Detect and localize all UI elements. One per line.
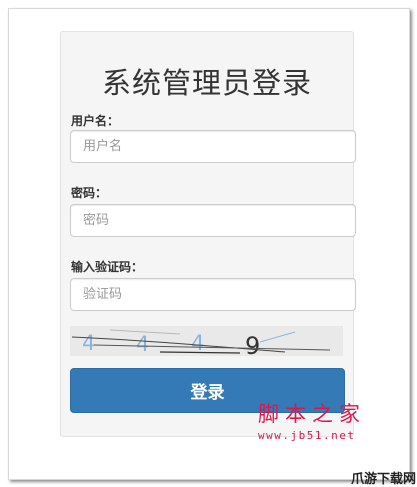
username-input[interactable] [70, 130, 356, 163]
watermark: 脚本之家 www.jb51.net [258, 398, 378, 442]
captcha-char-2: 4 [136, 332, 149, 356]
captcha-input[interactable] [70, 278, 356, 311]
captcha-image[interactable]: 4 4 4 9 [70, 326, 343, 356]
captcha-char-4: 9 [245, 332, 260, 356]
captcha-char-3: 4 [191, 331, 204, 355]
captcha-char-1: 4 [82, 331, 95, 355]
username-label: 用户名： [71, 114, 120, 128]
password-label: 密码： [71, 186, 108, 200]
page-title: 系统管理员登录 [101, 66, 312, 100]
login-panel: 系统管理员登录 用户名： 密码： 输入验证码： 4 4 4 9 登录 [60, 31, 356, 437]
captcha-noise-line [259, 331, 296, 343]
password-input[interactable] [70, 204, 356, 237]
watermark-title: 脚本之家 [258, 402, 366, 426]
captcha-label: 输入验证码： [71, 260, 144, 274]
watermark-url: www.jb51.net [258, 429, 356, 442]
corner-logo: 爪游下载网 [351, 472, 417, 487]
captcha-noise-line [159, 351, 241, 354]
captcha-svg: 4 4 4 9 [71, 329, 331, 356]
